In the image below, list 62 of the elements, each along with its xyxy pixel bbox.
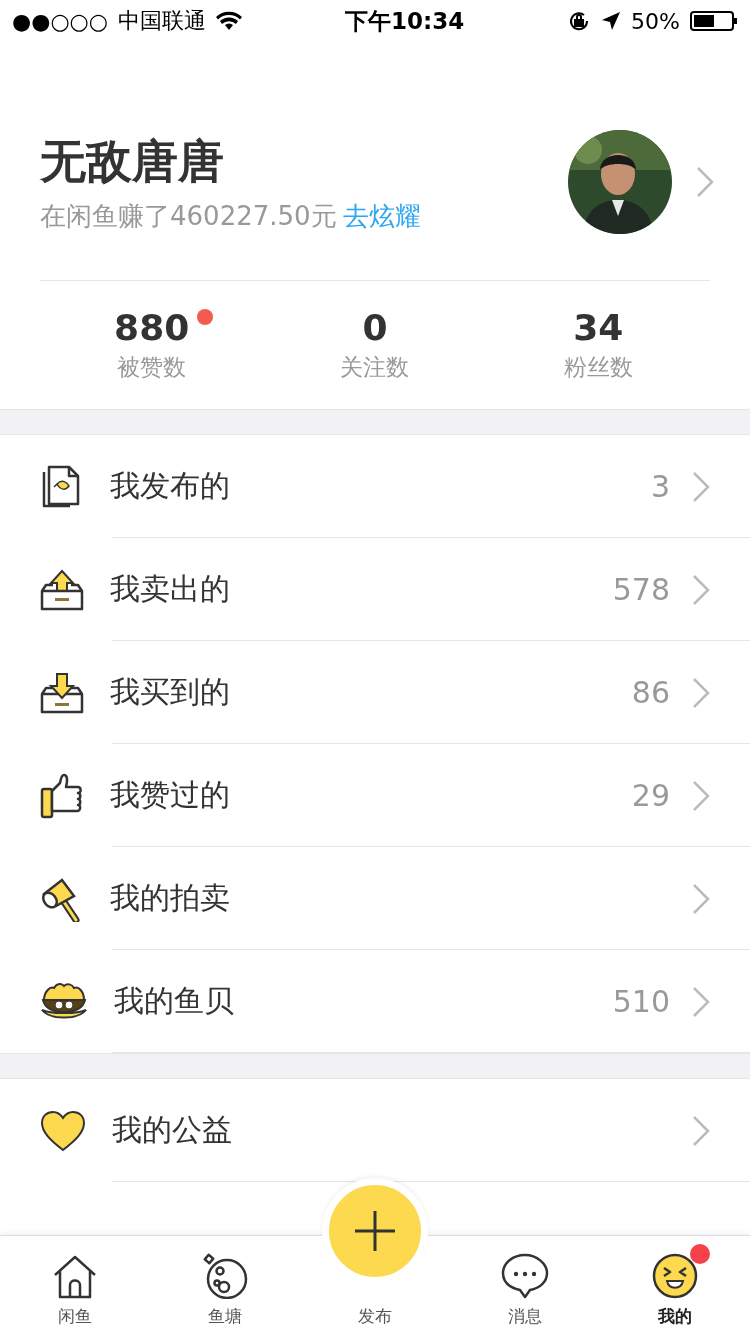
tab-label: 消息	[508, 1305, 542, 1328]
menu-item[interactable]: 我的拍卖	[0, 847, 750, 950]
location-arrow-icon	[601, 11, 622, 31]
stat-value: 0	[361, 307, 389, 348]
notification-dot	[690, 1244, 710, 1264]
tab[interactable]: 闲鱼	[0, 1236, 150, 1334]
stat-value: 880	[88, 307, 216, 348]
chevron-icon	[692, 1114, 710, 1147]
chevron-icon	[692, 470, 710, 503]
menu-item[interactable]: 我发布的 3	[0, 435, 750, 538]
heart-icon	[40, 1109, 86, 1152]
tab[interactable]: 消息	[450, 1236, 600, 1334]
stat-label: 粉丝数	[563, 353, 633, 382]
item-count: 86	[631, 675, 670, 710]
tab-label: 鱼塘	[208, 1305, 242, 1328]
menu-label: 我的鱼贝	[114, 982, 235, 1020]
menu-item[interactable]: 我的鱼贝 510	[0, 950, 750, 1053]
stat-label: 被赞数	[117, 353, 187, 382]
thumbs-up-icon	[40, 772, 84, 819]
stat-label: 关注数	[340, 353, 410, 382]
chevron-icon	[692, 779, 710, 812]
menu-label: 我的拍卖	[110, 879, 231, 917]
smiley-icon	[652, 1253, 698, 1299]
clock-time: 下午10:34	[344, 6, 465, 36]
menu-label: 我赞过的	[110, 776, 231, 814]
download-tray-icon	[40, 671, 84, 714]
battery-icon	[690, 11, 738, 31]
chat-bubble-icon	[501, 1253, 549, 1299]
menu-label: 我买到的	[110, 673, 231, 711]
user-name: 无敌唐唐	[40, 132, 225, 190]
battery-percent: 50%	[631, 8, 680, 34]
item-count: 578	[612, 572, 670, 607]
item-count: 3	[650, 469, 670, 504]
chevron-icon	[692, 882, 710, 915]
chevron-icon	[692, 573, 710, 606]
notification-dot	[197, 309, 214, 325]
tab-label: 我的	[658, 1305, 692, 1328]
planet-icon	[202, 1253, 248, 1299]
item-count: 510	[612, 984, 670, 1019]
plus-icon	[355, 1211, 395, 1251]
item-count: 29	[631, 778, 670, 813]
chevron-icon	[692, 985, 710, 1018]
tab[interactable]: 我的	[600, 1236, 750, 1334]
tab-label: 发布	[358, 1305, 392, 1328]
tab[interactable]: 鱼塘	[150, 1236, 300, 1334]
chevron-icon	[692, 676, 710, 709]
wifi-icon	[216, 11, 242, 31]
stat-value: 34	[572, 307, 625, 348]
menu-item[interactable]: 我的公益	[0, 1079, 750, 1182]
menu-item[interactable]: 我卖出的 578	[0, 538, 750, 641]
earnings-text: 在闲鱼赚了460227.50元	[40, 200, 337, 231]
menu-label: 我的公益	[112, 1111, 233, 1149]
menu-item[interactable]: 我赞过的 29	[0, 744, 750, 847]
chevron-icon	[696, 166, 714, 198]
menu-item[interactable]: 我买到的 86	[0, 641, 750, 744]
menu-label: 我卖出的	[110, 570, 231, 608]
menu-label: 我发布的	[110, 467, 231, 505]
upload-tray-icon	[40, 568, 84, 611]
signal-strength: ●●○○○	[12, 8, 108, 34]
tab-label: 闲鱼	[58, 1305, 92, 1328]
home-icon	[52, 1255, 98, 1299]
carrier-name: 中国联通	[118, 7, 206, 35]
